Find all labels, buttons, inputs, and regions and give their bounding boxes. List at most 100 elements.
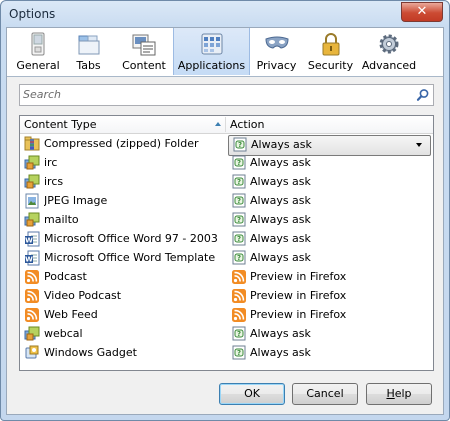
help-button[interactable]: Help <box>366 383 432 405</box>
dialog-client: General Tabs Content Applications Privacy Sec… <box>6 27 444 415</box>
svg-text:W: W <box>25 237 33 245</box>
feed-icon <box>24 269 40 285</box>
always-ask-icon: ? <box>231 155 247 171</box>
table-row[interactable]: ircs? Always ask <box>20 172 433 191</box>
pane-label: Privacy <box>256 59 297 72</box>
feed-preview-icon <box>231 307 247 323</box>
search-box[interactable] <box>19 84 434 106</box>
close-button[interactable]: ✕ <box>401 2 443 22</box>
app-icon <box>24 174 40 190</box>
cancel-button[interactable]: Cancel <box>292 383 358 405</box>
content-type-label: Video Podcast <box>44 289 122 302</box>
content-type-label: Microsoft Office Word 97 - 2003 Docu... <box>44 232 222 245</box>
table-row[interactable]: Windows Gadget? Always ask <box>20 343 433 362</box>
always-ask-icon: ? <box>231 326 247 342</box>
word-doc-icon: W <box>24 250 40 266</box>
table-row[interactable]: Web Feed Preview in Firefox <box>20 305 433 324</box>
pane-general[interactable]: General <box>12 28 64 75</box>
action-label: Preview in Firefox <box>250 308 347 321</box>
always-ask-icon: ? <box>231 174 247 190</box>
feed-icon <box>24 307 40 323</box>
help-label: elp <box>394 387 412 400</box>
image-file-icon <box>24 193 40 209</box>
table-row[interactable]: Compressed (zipped) Folder? Always ask <box>20 134 433 156</box>
zip-folder-icon <box>24 136 40 152</box>
pane-content[interactable]: Content <box>115 28 173 75</box>
search-icon[interactable] <box>415 87 431 103</box>
always-ask-icon: ? <box>231 231 247 247</box>
always-ask-icon: ? <box>231 212 247 228</box>
svg-text:W: W <box>25 256 33 264</box>
content-type-column-header[interactable]: Content Type <box>20 116 224 133</box>
action-label: Always ask <box>251 138 312 151</box>
pane-tabs[interactable]: Tabs <box>65 28 112 75</box>
svg-text:?: ? <box>237 197 241 205</box>
svg-text:?: ? <box>237 159 241 167</box>
list-header: Content Type Action <box>20 116 433 134</box>
action-label: Always ask <box>250 346 311 359</box>
pane-label: Applications <box>177 59 246 72</box>
sort-ascending-icon <box>215 122 221 126</box>
action-label: Preview in Firefox <box>250 289 347 302</box>
pane-label: Advanced <box>361 59 417 72</box>
help-accesskey: H <box>386 387 395 400</box>
pane-security[interactable]: Security <box>305 28 356 75</box>
svg-text:?: ? <box>237 178 241 186</box>
feed-preview-icon <box>231 288 247 304</box>
chevron-down-icon[interactable] <box>416 143 422 147</box>
advanced-gear-icon <box>377 32 401 56</box>
content-type-list[interactable]: Content Type Action Compressed (zipped) … <box>19 115 434 371</box>
table-row[interactable]: Podcast Preview in Firefox <box>20 267 433 286</box>
table-row[interactable]: irc? Always ask <box>20 153 433 172</box>
preference-panes-toolbar: General Tabs Content Applications Privacy Sec… <box>7 28 443 77</box>
word-doc-icon: W <box>24 231 40 247</box>
ok-button[interactable]: OK <box>219 383 285 405</box>
pane-label: Content <box>122 59 166 72</box>
content-type-label: Windows Gadget <box>44 346 137 359</box>
pane-label: Tabs <box>76 59 101 72</box>
table-row[interactable]: W Microsoft Office Word Template? Always a… <box>20 248 433 267</box>
pane-privacy[interactable]: Privacy <box>248 28 305 75</box>
action-label: Preview in Firefox <box>250 270 347 283</box>
always-ask-icon: ? <box>231 345 247 361</box>
options-window: Options ✕ General Tabs Content Applications… <box>0 0 450 421</box>
table-row[interactable]: JPEG Image? Always ask <box>20 191 433 210</box>
tabs-icon <box>77 32 101 56</box>
action-label: Always ask <box>250 251 311 264</box>
pane-label: Security <box>307 59 354 72</box>
pane-label: General <box>16 59 60 72</box>
security-lock-icon <box>319 32 343 56</box>
action-column-header[interactable]: Action <box>226 116 430 133</box>
content-type-label: Microsoft Office Word Template <box>44 251 216 264</box>
always-ask-icon: ? <box>231 193 247 209</box>
content-type-label: mailto <box>44 213 79 226</box>
privacy-mask-icon <box>264 32 289 56</box>
action-label: Always ask <box>250 194 311 207</box>
table-row[interactable]: mailto? Always ask <box>20 210 433 229</box>
action-label: Always ask <box>250 232 311 245</box>
content-type-label: JPEG Image <box>44 194 108 207</box>
title-bar[interactable]: Options ✕ <box>1 1 449 27</box>
action-label: Always ask <box>250 156 311 169</box>
content-type-label: webcal <box>44 327 83 340</box>
table-row[interactable]: W Microsoft Office Word 97 - 2003 Docu...… <box>20 229 433 248</box>
content-type-label: Podcast <box>44 270 87 283</box>
content-type-label: ircs <box>44 175 64 188</box>
svg-text:?: ? <box>237 349 241 357</box>
table-row[interactable]: Video Podcast Preview in Firefox <box>20 286 433 305</box>
app-icon <box>24 212 40 228</box>
window-title: Options <box>9 7 56 21</box>
always-ask-icon: ? <box>232 137 248 153</box>
app-icon <box>24 326 40 342</box>
search-input[interactable] <box>23 87 403 102</box>
general-icon <box>26 32 50 56</box>
content-icon <box>132 32 156 56</box>
table-row[interactable]: webcal? Always ask <box>20 324 433 343</box>
applications-icon <box>200 32 224 56</box>
pane-applications[interactable]: Applications <box>173 28 250 75</box>
pane-advanced[interactable]: Advanced <box>356 28 422 75</box>
always-ask-icon: ? <box>231 250 247 266</box>
app-icon <box>24 155 40 171</box>
svg-text:?: ? <box>238 141 242 149</box>
action-label: Always ask <box>250 327 311 340</box>
